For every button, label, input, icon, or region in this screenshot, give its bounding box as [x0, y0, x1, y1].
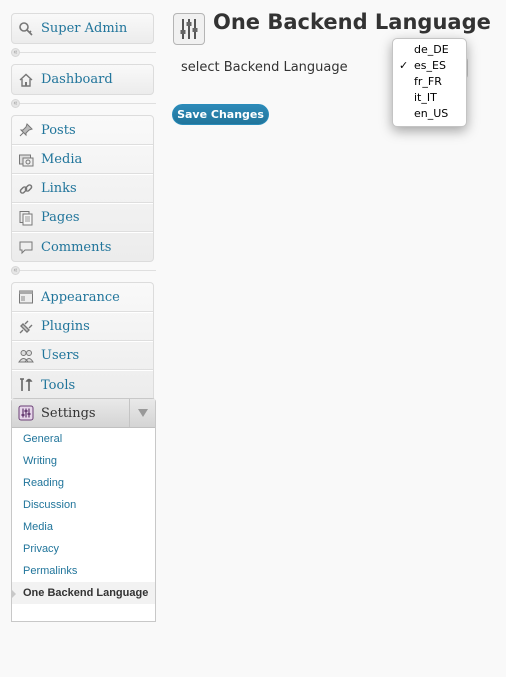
menu-item-posts[interactable]: Posts — [12, 116, 153, 145]
users-icon — [17, 347, 35, 365]
submenu-item-discussion[interactable]: Discussion — [12, 494, 155, 516]
settings-menu: Settings General Writing Reading Discuss… — [11, 398, 156, 622]
menu-item-super-admin[interactable]: Super Admin — [12, 14, 153, 43]
menu-label-comments: Comments — [41, 239, 112, 255]
settings-toggle-button[interactable] — [129, 399, 155, 427]
key-icon — [17, 20, 35, 38]
language-option-en-us[interactable]: en_US — [393, 106, 466, 122]
home-icon — [17, 71, 35, 89]
settings-submenu: General Writing Reading Discussion Media… — [11, 428, 155, 604]
menu-item-appearance[interactable]: Appearance — [12, 283, 153, 312]
menu-item-media[interactable]: Media — [12, 145, 153, 174]
menu-item-links[interactable]: Links — [12, 174, 153, 203]
triangle-down-icon — [137, 409, 148, 417]
submenu-item-privacy[interactable]: Privacy — [12, 538, 155, 560]
menu-label-plugins: Plugins — [41, 319, 90, 334]
page-settings-icon — [173, 13, 205, 45]
save-changes-button[interactable]: Save Changes — [172, 104, 269, 125]
menu-label-dashboard: Dashboard — [41, 72, 113, 87]
menu-label-appearance: Appearance — [41, 289, 120, 305]
pushpin-icon — [17, 121, 35, 139]
menu-separator: « — [11, 266, 156, 275]
pages-icon — [17, 209, 35, 227]
menu-label-posts: Posts — [41, 122, 76, 138]
menu-label-users: Users — [41, 348, 80, 363]
submenu-item-permalinks[interactable]: Permalinks — [12, 560, 155, 582]
language-option-es-es[interactable]: ✓ es_ES — [393, 58, 466, 74]
menu-item-dashboard[interactable]: Dashboard — [12, 65, 153, 94]
menu-item-users[interactable]: Users — [12, 341, 153, 370]
dashboard-menu: Dashboard — [11, 64, 154, 95]
menu-separator: « — [11, 48, 156, 57]
tools-icon — [17, 376, 35, 394]
collapse-toggle[interactable]: « — [11, 48, 20, 57]
admin-menu: Appearance Plugins Users Tools — [11, 282, 154, 399]
submenu-item-general[interactable]: General — [12, 428, 155, 450]
language-field-label: select Backend Language — [181, 60, 348, 75]
comment-icon — [17, 238, 35, 256]
submenu-item-one-backend-language[interactable]: One Backend Language — [11, 582, 155, 604]
submenu-item-reading[interactable]: Reading — [12, 472, 155, 494]
menu-item-pages[interactable]: Pages — [12, 203, 153, 232]
page-title: One Backend Language — [213, 10, 491, 34]
menu-label-tools: Tools — [41, 377, 76, 393]
submenu-item-writing[interactable]: Writing — [12, 450, 155, 472]
language-option-de-de[interactable]: de_DE — [393, 42, 466, 58]
menu-item-comments[interactable]: Comments — [12, 232, 153, 261]
appearance-icon — [17, 288, 35, 306]
plugin-icon — [17, 318, 35, 336]
menu-item-tools[interactable]: Tools — [12, 370, 153, 399]
checkmark-icon: ✓ — [399, 59, 409, 72]
collapse-toggle[interactable]: « — [11, 99, 20, 108]
menu-label-pages: Pages — [41, 210, 80, 225]
super-admin-menu: Super Admin — [11, 13, 154, 44]
menu-label-super-admin: Super Admin — [41, 21, 128, 36]
menu-label-links: Links — [41, 181, 77, 196]
content-menu: Posts Media Links Pages Comments — [11, 115, 154, 262]
menu-label-media: Media — [41, 152, 83, 167]
language-dropdown[interactable]: de_DE ✓ es_ES fr_FR it_IT en_US — [392, 38, 467, 127]
settings-icon — [17, 404, 35, 422]
submenu-item-media[interactable]: Media — [12, 516, 155, 538]
menu-item-plugins[interactable]: Plugins — [12, 312, 153, 341]
menu-separator: « — [11, 99, 156, 108]
camera-icon — [17, 151, 35, 169]
collapse-toggle[interactable]: « — [11, 266, 20, 275]
menu-label-settings: Settings — [41, 405, 96, 421]
link-icon — [17, 180, 35, 198]
language-option-fr-fr[interactable]: fr_FR — [393, 74, 466, 90]
menu-item-settings[interactable]: Settings — [12, 399, 155, 428]
language-option-it-it[interactable]: it_IT — [393, 90, 466, 106]
